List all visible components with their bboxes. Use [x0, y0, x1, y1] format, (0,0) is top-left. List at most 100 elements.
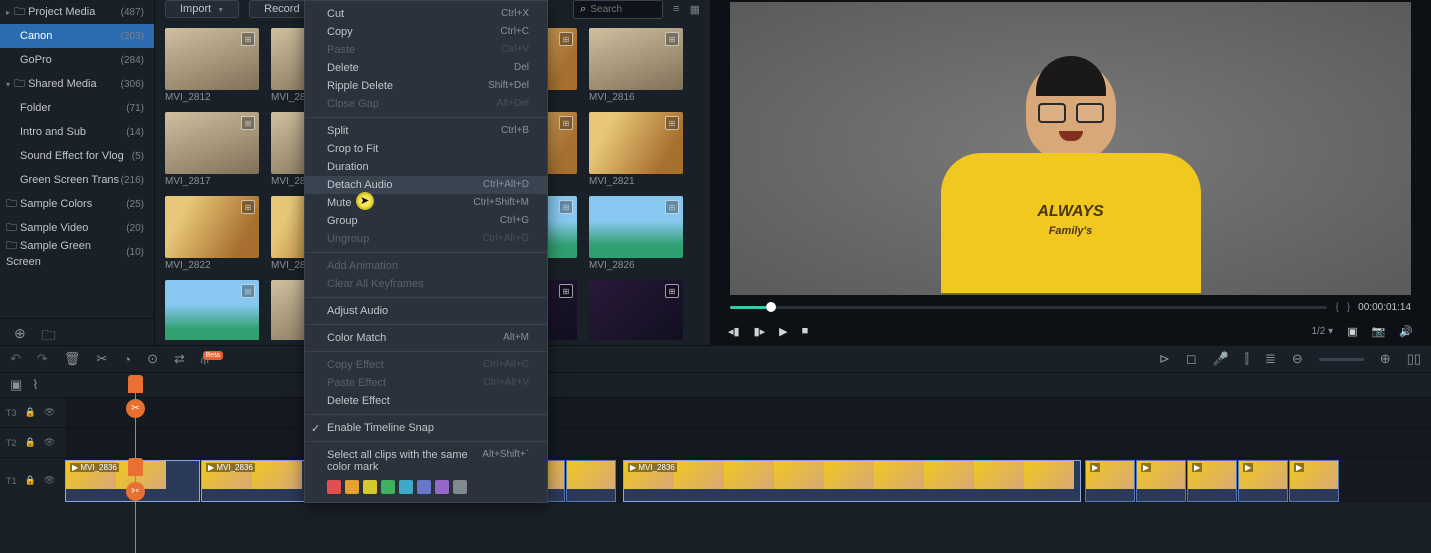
- context-menu: CutCtrl+XCopyCtrl+CPasteCtrl+VDeleteDelR…: [304, 0, 548, 503]
- sidebar-item[interactable]: 🗀 Sample Colors(25): [0, 192, 154, 216]
- stop-button[interactable]: ■: [802, 325, 809, 337]
- add-to-timeline-icon: ⊞: [241, 284, 255, 298]
- color-swatch[interactable]: [345, 480, 359, 494]
- sidebar-item[interactable]: Green Screen Trans(216): [0, 168, 154, 192]
- media-thumb[interactable]: ⊞MVI_2812: [165, 28, 259, 108]
- context-menu-item[interactable]: GroupCtrl+G: [305, 212, 547, 230]
- settings-icon[interactable]: ⇄: [174, 351, 185, 367]
- sidebar-item[interactable]: ▾🗀 Shared Media(306): [0, 72, 154, 96]
- sidebar-item[interactable]: 🗀 Sample Green Screen(10): [0, 240, 154, 264]
- manage-tracks-icon[interactable]: ≣: [1265, 351, 1276, 367]
- timeline-clip[interactable]: ▶ MVI_2836: [201, 460, 306, 502]
- context-menu-item: Close GapAlt+Del: [305, 95, 547, 113]
- redo-icon[interactable]: ↷: [37, 351, 48, 367]
- timeline-clip[interactable]: ▶ MVI_2836: [623, 460, 1081, 502]
- zoom-in-icon[interactable]: ⊕: [1380, 351, 1391, 367]
- sidebar-item[interactable]: ▸🗀 Project Media(487): [0, 0, 154, 24]
- color-swatch[interactable]: [453, 480, 467, 494]
- sidebar-item[interactable]: Sound Effect for Vlog(5): [0, 144, 154, 168]
- search-input[interactable]: [590, 4, 645, 15]
- context-menu-item[interactable]: CopyCtrl+C: [305, 23, 547, 41]
- timeline-clip[interactable]: ▶: [1085, 460, 1135, 502]
- search-icon: ⌕: [580, 3, 586, 16]
- timeline-clip[interactable]: ▶: [1238, 460, 1288, 502]
- color-swatch[interactable]: [363, 480, 377, 494]
- scrub-bar[interactable]: [730, 306, 1327, 309]
- zoom-fit-icon[interactable]: ▯▯: [1407, 351, 1421, 367]
- timeline-track[interactable]: T1🔒👁✂▶ MVI_2836▶ MVI_2836▶ MVI_2836▶▶▶▶▶: [0, 457, 1431, 503]
- color-swatch[interactable]: [417, 480, 431, 494]
- context-menu-item[interactable]: Select all clips with the same color mar…: [305, 446, 547, 476]
- add-to-timeline-icon: ⊞: [559, 116, 573, 130]
- open-folder-icon[interactable]: 🗀: [42, 325, 56, 349]
- timeline-track[interactable]: T2🔒👁: [0, 427, 1431, 457]
- context-menu-item[interactable]: Color MatchAlt+M: [305, 329, 547, 347]
- zoom-out-icon[interactable]: ⊖: [1292, 351, 1303, 367]
- sort-icon[interactable]: ≡: [673, 3, 679, 15]
- timeline-clip[interactable]: ▶: [1187, 460, 1237, 502]
- timeline-clip[interactable]: ▶: [1136, 460, 1186, 502]
- context-menu-item[interactable]: DeleteDel: [305, 59, 547, 77]
- search-box[interactable]: ⌕: [573, 0, 663, 19]
- mark-out-icon[interactable]: }: [1347, 302, 1350, 313]
- timeline-track[interactable]: T3🔒👁: [0, 397, 1431, 427]
- import-button[interactable]: Import▼: [165, 0, 239, 18]
- sidebar-item[interactable]: GoPro(284): [0, 48, 154, 72]
- media-thumb[interactable]: ⊞MVI_2817: [165, 112, 259, 192]
- link-icon[interactable]: ⌇: [32, 377, 38, 393]
- volume-icon[interactable]: 🔊: [1399, 325, 1413, 338]
- media-thumb[interactable]: ⊞er I...: [589, 280, 683, 340]
- render-icon[interactable]: ⊳: [1159, 351, 1170, 367]
- prev-frame-button[interactable]: ◂▮: [728, 325, 740, 338]
- voiceover-icon[interactable]: 🎤: [1213, 351, 1229, 367]
- camera-icon[interactable]: 📷: [1372, 325, 1386, 338]
- sidebar-item[interactable]: Canon(203): [0, 24, 154, 48]
- color-swatch[interactable]: [399, 480, 413, 494]
- play-button[interactable]: ▶: [779, 325, 787, 338]
- color-swatch[interactable]: [381, 480, 395, 494]
- new-bin-icon[interactable]: ⊕: [14, 325, 26, 349]
- context-menu-item[interactable]: Duration: [305, 158, 547, 176]
- context-menu-item[interactable]: Adjust Audio: [305, 302, 547, 320]
- add-to-timeline-icon: ⊞: [559, 284, 573, 298]
- eye-icon: 👁: [44, 475, 55, 486]
- marker-icon[interactable]: ◻: [1186, 351, 1197, 367]
- add-to-timeline-icon: ⊞: [665, 284, 679, 298]
- context-menu-item[interactable]: Ripple DeleteShift+Del: [305, 77, 547, 95]
- media-thumb[interactable]: ⊞MVI_2827: [165, 280, 259, 340]
- undo-icon[interactable]: ↶: [10, 351, 21, 367]
- add-to-timeline-icon: ⊞: [665, 116, 679, 130]
- next-frame-button[interactable]: ▮▸: [754, 325, 766, 338]
- preview-video[interactable]: ALWAYS Family's: [730, 2, 1411, 295]
- mixer-icon[interactable]: ⫿: [1245, 351, 1249, 367]
- shirt-logo: Family's: [1049, 225, 1093, 237]
- zoom-slider[interactable]: [1319, 358, 1364, 361]
- media-thumb[interactable]: ⊞MVI_2826: [589, 196, 683, 276]
- sidebar-item[interactable]: Folder(71): [0, 96, 154, 120]
- context-menu-item[interactable]: ✓Enable Timeline Snap: [305, 419, 547, 437]
- adjust-icon[interactable]: ⫛Beta: [201, 351, 229, 367]
- context-menu-item[interactable]: SplitCtrl+B: [305, 122, 547, 140]
- context-menu-item: UngroupCtrl+Alt+G: [305, 230, 547, 248]
- snapshot-icon[interactable]: ▣: [1347, 325, 1357, 338]
- color-swatch[interactable]: [435, 480, 449, 494]
- media-thumb[interactable]: ⊞MVI_2821: [589, 112, 683, 192]
- mark-in-icon[interactable]: {: [1335, 302, 1338, 313]
- context-menu-item[interactable]: CutCtrl+X: [305, 5, 547, 23]
- context-menu-item: Clear All Keyframes: [305, 275, 547, 293]
- grid-view-icon[interactable]: ▦: [690, 3, 700, 16]
- context-menu-item[interactable]: Crop to Fit: [305, 140, 547, 158]
- context-menu-item[interactable]: Detach AudioCtrl+Alt+D: [305, 176, 547, 194]
- color-swatch[interactable]: [327, 480, 341, 494]
- track-label: T1: [6, 476, 17, 486]
- timeline-playhead[interactable]: ✂: [135, 375, 136, 553]
- pin-icon[interactable]: ▣: [10, 377, 22, 393]
- sidebar-item[interactable]: Intro and Sub(14): [0, 120, 154, 144]
- media-thumb[interactable]: ⊞MVI_2822: [165, 196, 259, 276]
- timeline-clip[interactable]: ▶: [1289, 460, 1339, 502]
- timeline: ▣ ⌇ 00:00:00:00 00:00:02:0200:00:04:0400…: [0, 373, 1431, 553]
- media-thumb[interactable]: ⊞MVI_2816: [589, 28, 683, 108]
- context-menu-item[interactable]: Delete Effect: [305, 392, 547, 410]
- timeline-clip[interactable]: [566, 460, 616, 502]
- context-menu-item[interactable]: MuteCtrl+Shift+M: [305, 194, 547, 212]
